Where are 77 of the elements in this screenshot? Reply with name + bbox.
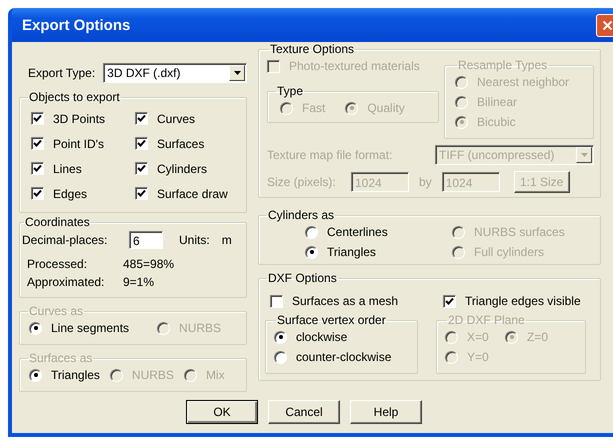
checkbox[interactable] xyxy=(31,137,44,150)
field-label: Units: xyxy=(179,233,210,247)
checkbox[interactable] xyxy=(31,187,44,200)
radio-button[interactable] xyxy=(274,350,287,364)
radio-label: Centerlines xyxy=(327,225,388,239)
radio-button[interactable] xyxy=(274,330,287,344)
field-label: Texture map file format: xyxy=(267,148,392,162)
group-title: Curves as xyxy=(28,304,84,318)
checkbox-label: Triangle edges visible xyxy=(465,294,581,308)
checkbox-label: Surfaces as a mesh xyxy=(292,294,398,308)
field-label: Export Type: xyxy=(28,66,96,80)
group-title: Cylinders as xyxy=(267,208,336,222)
radio-label: Mix xyxy=(206,368,225,382)
checkbox-label: Surface draw xyxy=(157,186,228,200)
group-title: Surface vertex order xyxy=(276,313,387,327)
radio-label: Bicubic xyxy=(477,115,516,129)
units-value: m xyxy=(222,233,232,247)
stat-value: 9=1% xyxy=(123,275,156,289)
dialog-button[interactable]: Cancel xyxy=(268,400,340,424)
window-title: Export Options xyxy=(22,16,130,34)
group-title: Surfaces as xyxy=(28,351,94,365)
radio-button[interactable] xyxy=(305,246,318,258)
checkbox[interactable] xyxy=(270,294,283,308)
checkbox-label: Lines xyxy=(53,162,82,176)
field-label: by xyxy=(419,175,432,189)
caret-icon xyxy=(234,71,240,75)
checkbox-label: Cylinders xyxy=(157,162,208,176)
dropdown[interactable]: 3D DXF (.dxf) xyxy=(103,63,247,83)
radio-label: NURBS xyxy=(132,368,174,382)
radio-button[interactable] xyxy=(305,226,318,238)
checkbox[interactable] xyxy=(135,162,148,175)
radio-label: Bilinear xyxy=(477,95,518,109)
dropdown-button[interactable] xyxy=(229,65,245,81)
checkbox[interactable] xyxy=(31,162,44,175)
radio-label: clockwise xyxy=(296,330,348,344)
stat-label: Processed: xyxy=(27,257,88,271)
radio-label: NURBS surfaces xyxy=(474,225,565,239)
close-button[interactable] xyxy=(596,14,613,36)
checkbox-label: Surfaces xyxy=(157,136,204,150)
stat-value: 485=98% xyxy=(123,257,176,271)
group-title: 2D DXF Plane xyxy=(447,313,526,327)
checkbox-label: Edges xyxy=(53,186,88,200)
radio-label: Fast xyxy=(302,101,326,115)
group-title: Resample Types xyxy=(457,58,548,72)
radio-label: Quality xyxy=(367,101,405,115)
radio-label: counter-clockwise xyxy=(296,350,392,364)
radio-label: Y=0 xyxy=(467,350,489,364)
field-label: Decimal-places: xyxy=(22,233,108,247)
radio-label: Line segments xyxy=(51,321,130,335)
radio-label: Full cylinders xyxy=(474,245,544,259)
stat-label: Approximated: xyxy=(27,275,106,289)
radio-label: X=0 xyxy=(467,330,489,344)
input-field[interactable]: 6 xyxy=(129,231,163,249)
checkbox[interactable] xyxy=(135,112,148,125)
radio-label: Triangles xyxy=(327,245,376,259)
field-label: Size (pixels): xyxy=(267,175,337,189)
dialog-button[interactable]: Help xyxy=(350,400,422,424)
checkbox-label: Photo-textured materials xyxy=(289,59,420,73)
radio-label: Z=0 xyxy=(527,330,548,344)
checkbox-label: 3D Points xyxy=(53,112,106,126)
close-icon xyxy=(602,20,613,30)
radio-label: Triangles xyxy=(51,368,100,382)
group-title: Type xyxy=(276,84,304,98)
checkbox[interactable] xyxy=(135,137,148,150)
group-title: DXF Options xyxy=(267,271,338,285)
group-title: Coordinates xyxy=(24,215,91,229)
checkbox-label: Curves xyxy=(157,112,196,126)
radio-label: Nearest neighbor xyxy=(477,75,570,89)
checkbox-label: Point ID's xyxy=(53,136,104,150)
group-title: Objects to export xyxy=(28,90,121,104)
caret-icon xyxy=(580,153,588,157)
checkbox[interactable] xyxy=(31,112,44,125)
dialog-button[interactable]: OK xyxy=(186,400,258,424)
group-title: Texture Options xyxy=(269,42,356,56)
checkbox[interactable] xyxy=(135,187,148,200)
checkbox[interactable] xyxy=(443,294,456,308)
radio-label: NURBS xyxy=(179,321,222,335)
